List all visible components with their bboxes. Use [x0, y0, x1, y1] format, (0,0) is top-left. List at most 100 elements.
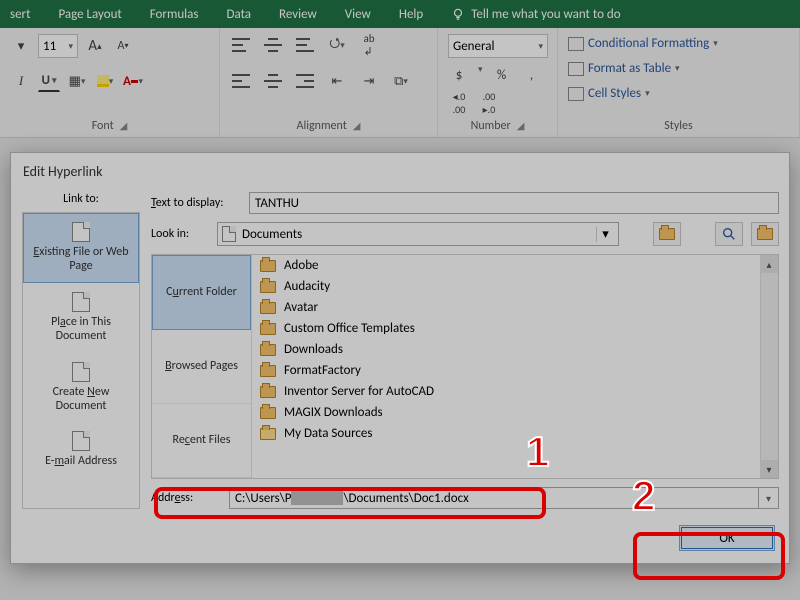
conditional-formatting-icon [568, 37, 584, 51]
ok-button[interactable]: OK [679, 525, 775, 551]
font-size-select[interactable]: 11 ▾ [38, 34, 78, 58]
scrollbar[interactable]: ▴ ▾ [760, 255, 778, 478]
ribbon-tab-formulas[interactable]: Formulas [150, 7, 199, 22]
number-format-select[interactable]: General ▾ [448, 34, 548, 58]
ribbon-body: ▾ 11 ▾ A▴ A▾ I U▾ ▦▾ ▾ A▾ Font◢ ⭯▾ [0, 28, 800, 138]
increase-decimal-icon[interactable]: ◂.0.00 [448, 92, 470, 114]
fill-color-button[interactable]: ▾ [94, 70, 116, 92]
address-label: Address: [151, 491, 219, 505]
linkto-email-label: E-mail Address [45, 454, 117, 468]
increase-indent-icon[interactable]: ⇥ [358, 70, 380, 92]
italic-serif-icon[interactable]: I [10, 70, 32, 92]
format-as-table-icon [568, 62, 584, 76]
tab-recent-files[interactable]: Recent Files [152, 404, 251, 478]
decrease-indent-icon[interactable]: ⇤ [326, 70, 348, 92]
list-item[interactable]: Custom Office Templates [252, 318, 778, 339]
list-item[interactable]: FormatFactory [252, 360, 778, 381]
format-as-table-button[interactable]: Format as Table▾ [568, 61, 680, 76]
align-bottom-icon[interactable] [294, 34, 316, 56]
new-document-icon [72, 362, 90, 382]
decrease-decimal-icon[interactable]: .00▸.0 [478, 92, 500, 114]
dialog-launcher-icon[interactable]: ◢ [353, 119, 361, 132]
conditional-formatting-label: Conditional Formatting [588, 36, 709, 51]
file-list[interactable]: Adobe Audacity Avatar Custom Office Temp… [252, 255, 778, 478]
list-item[interactable]: Downloads [252, 339, 778, 360]
align-left-icon[interactable] [230, 70, 252, 92]
ribbon-tab-review[interactable]: Review [279, 7, 317, 22]
look-in-select[interactable]: Documents ▾ [217, 222, 619, 246]
lightbulb-icon [451, 7, 465, 21]
ribbon-tab-help[interactable]: Help [399, 7, 423, 22]
text-to-display-label: Text to display: [151, 196, 241, 210]
ribbon-tab-data[interactable]: Data [226, 7, 251, 22]
group-number: General ▾ $▾ % , ◂.0.00 .00▸.0 Number◢ [438, 28, 558, 137]
linkto-email[interactable]: E-mail Address [23, 422, 139, 477]
ribbon-tab-insert[interactable]: sert [10, 7, 30, 22]
tab-current-folder[interactable]: Current Folder [152, 255, 251, 330]
scroll-up-icon[interactable]: ▴ [760, 255, 778, 273]
dialog-launcher-icon[interactable]: ◢ [517, 119, 525, 132]
dialog-launcher-icon[interactable]: ◢ [120, 119, 128, 132]
browse-web-button[interactable] [715, 222, 743, 246]
browse-file-button[interactable] [751, 222, 779, 246]
list-item[interactable]: Avatar [252, 297, 778, 318]
look-in-value: Documents [242, 227, 302, 242]
merge-center-icon[interactable]: ⧉▾ [390, 70, 412, 92]
list-item[interactable]: My Data Sources [252, 423, 778, 444]
increase-font-icon[interactable]: A▴ [84, 35, 106, 57]
linkto-place-in-doc[interactable]: Place in This Document [23, 283, 139, 353]
list-item[interactable]: MAGIX Downloads [252, 402, 778, 423]
group-alignment-title: Alignment [297, 119, 347, 133]
linkto-existing-label: Existing File or Web Page [28, 245, 134, 274]
address-redacted [291, 491, 343, 505]
font-picker-caret[interactable]: ▾ [10, 35, 32, 57]
folder-icon [260, 302, 276, 314]
orientation-icon[interactable]: ⭯▾ [326, 34, 348, 56]
tab-browsed-pages[interactable]: Browsed Pages [152, 330, 251, 404]
decrease-font-icon[interactable]: A▾ [112, 35, 134, 57]
accounting-format-icon[interactable]: $ [448, 64, 470, 86]
address-input[interactable]: C:\Users\P \Documents\Doc1.docx [229, 487, 759, 509]
up-one-level-button[interactable] [653, 222, 681, 246]
ribbon-tab-page-layout[interactable]: Page Layout [58, 7, 121, 22]
folder-open-icon [757, 228, 773, 240]
chevron-down-icon: ▾ [596, 227, 614, 242]
conditional-formatting-button[interactable]: Conditional Formatting▾ [568, 36, 718, 51]
format-as-table-label: Format as Table [588, 61, 671, 76]
ribbon-tab-view[interactable]: View [345, 7, 371, 22]
linkto-create-new[interactable]: Create New Document [23, 353, 139, 423]
underline-button[interactable]: U▾ [38, 70, 60, 92]
list-item[interactable]: Adobe [252, 255, 778, 276]
file-name: Adobe [284, 258, 319, 273]
folder-icon [260, 344, 276, 356]
group-number-title: Number [471, 119, 511, 133]
folder-icon [260, 260, 276, 272]
scroll-down-icon[interactable]: ▾ [760, 460, 778, 478]
list-item[interactable]: Audacity [252, 276, 778, 297]
chevron-down-icon: ▾ [68, 41, 73, 52]
address-value-right: \Documents\Doc1.docx [343, 491, 468, 506]
align-top-icon[interactable] [230, 34, 252, 56]
browse-web-icon [721, 226, 737, 242]
file-name: Inventor Server for AutoCAD [284, 384, 434, 399]
cell-styles-button[interactable]: Cell Styles▾ [568, 86, 650, 101]
align-right-icon[interactable] [294, 70, 316, 92]
font-color-button[interactable]: A▾ [122, 70, 144, 92]
border-button[interactable]: ▦▾ [66, 70, 88, 92]
wrap-text-icon[interactable]: ab↲ [358, 34, 380, 56]
font-size-value: 11 [43, 39, 56, 54]
file-name: Avatar [284, 300, 318, 315]
ribbon-tabs: sert Page Layout Formulas Data Review Vi… [0, 0, 800, 28]
address-dropdown-icon[interactable]: ▾ [759, 487, 779, 509]
email-icon [72, 431, 90, 451]
linkto-existing-file[interactable]: Existing File or Web Page [23, 213, 139, 283]
dialog-title: Edit Hyperlink [11, 153, 789, 188]
tell-me-search[interactable]: Tell me what you want to do [451, 7, 620, 22]
percent-format-icon[interactable]: % [491, 64, 513, 86]
align-middle-icon[interactable] [262, 34, 284, 56]
comma-format-icon[interactable]: , [521, 64, 543, 86]
align-center-icon[interactable] [262, 70, 284, 92]
text-to-display-input[interactable] [249, 192, 779, 214]
list-item[interactable]: Inventor Server for AutoCAD [252, 381, 778, 402]
document-icon [72, 292, 90, 312]
